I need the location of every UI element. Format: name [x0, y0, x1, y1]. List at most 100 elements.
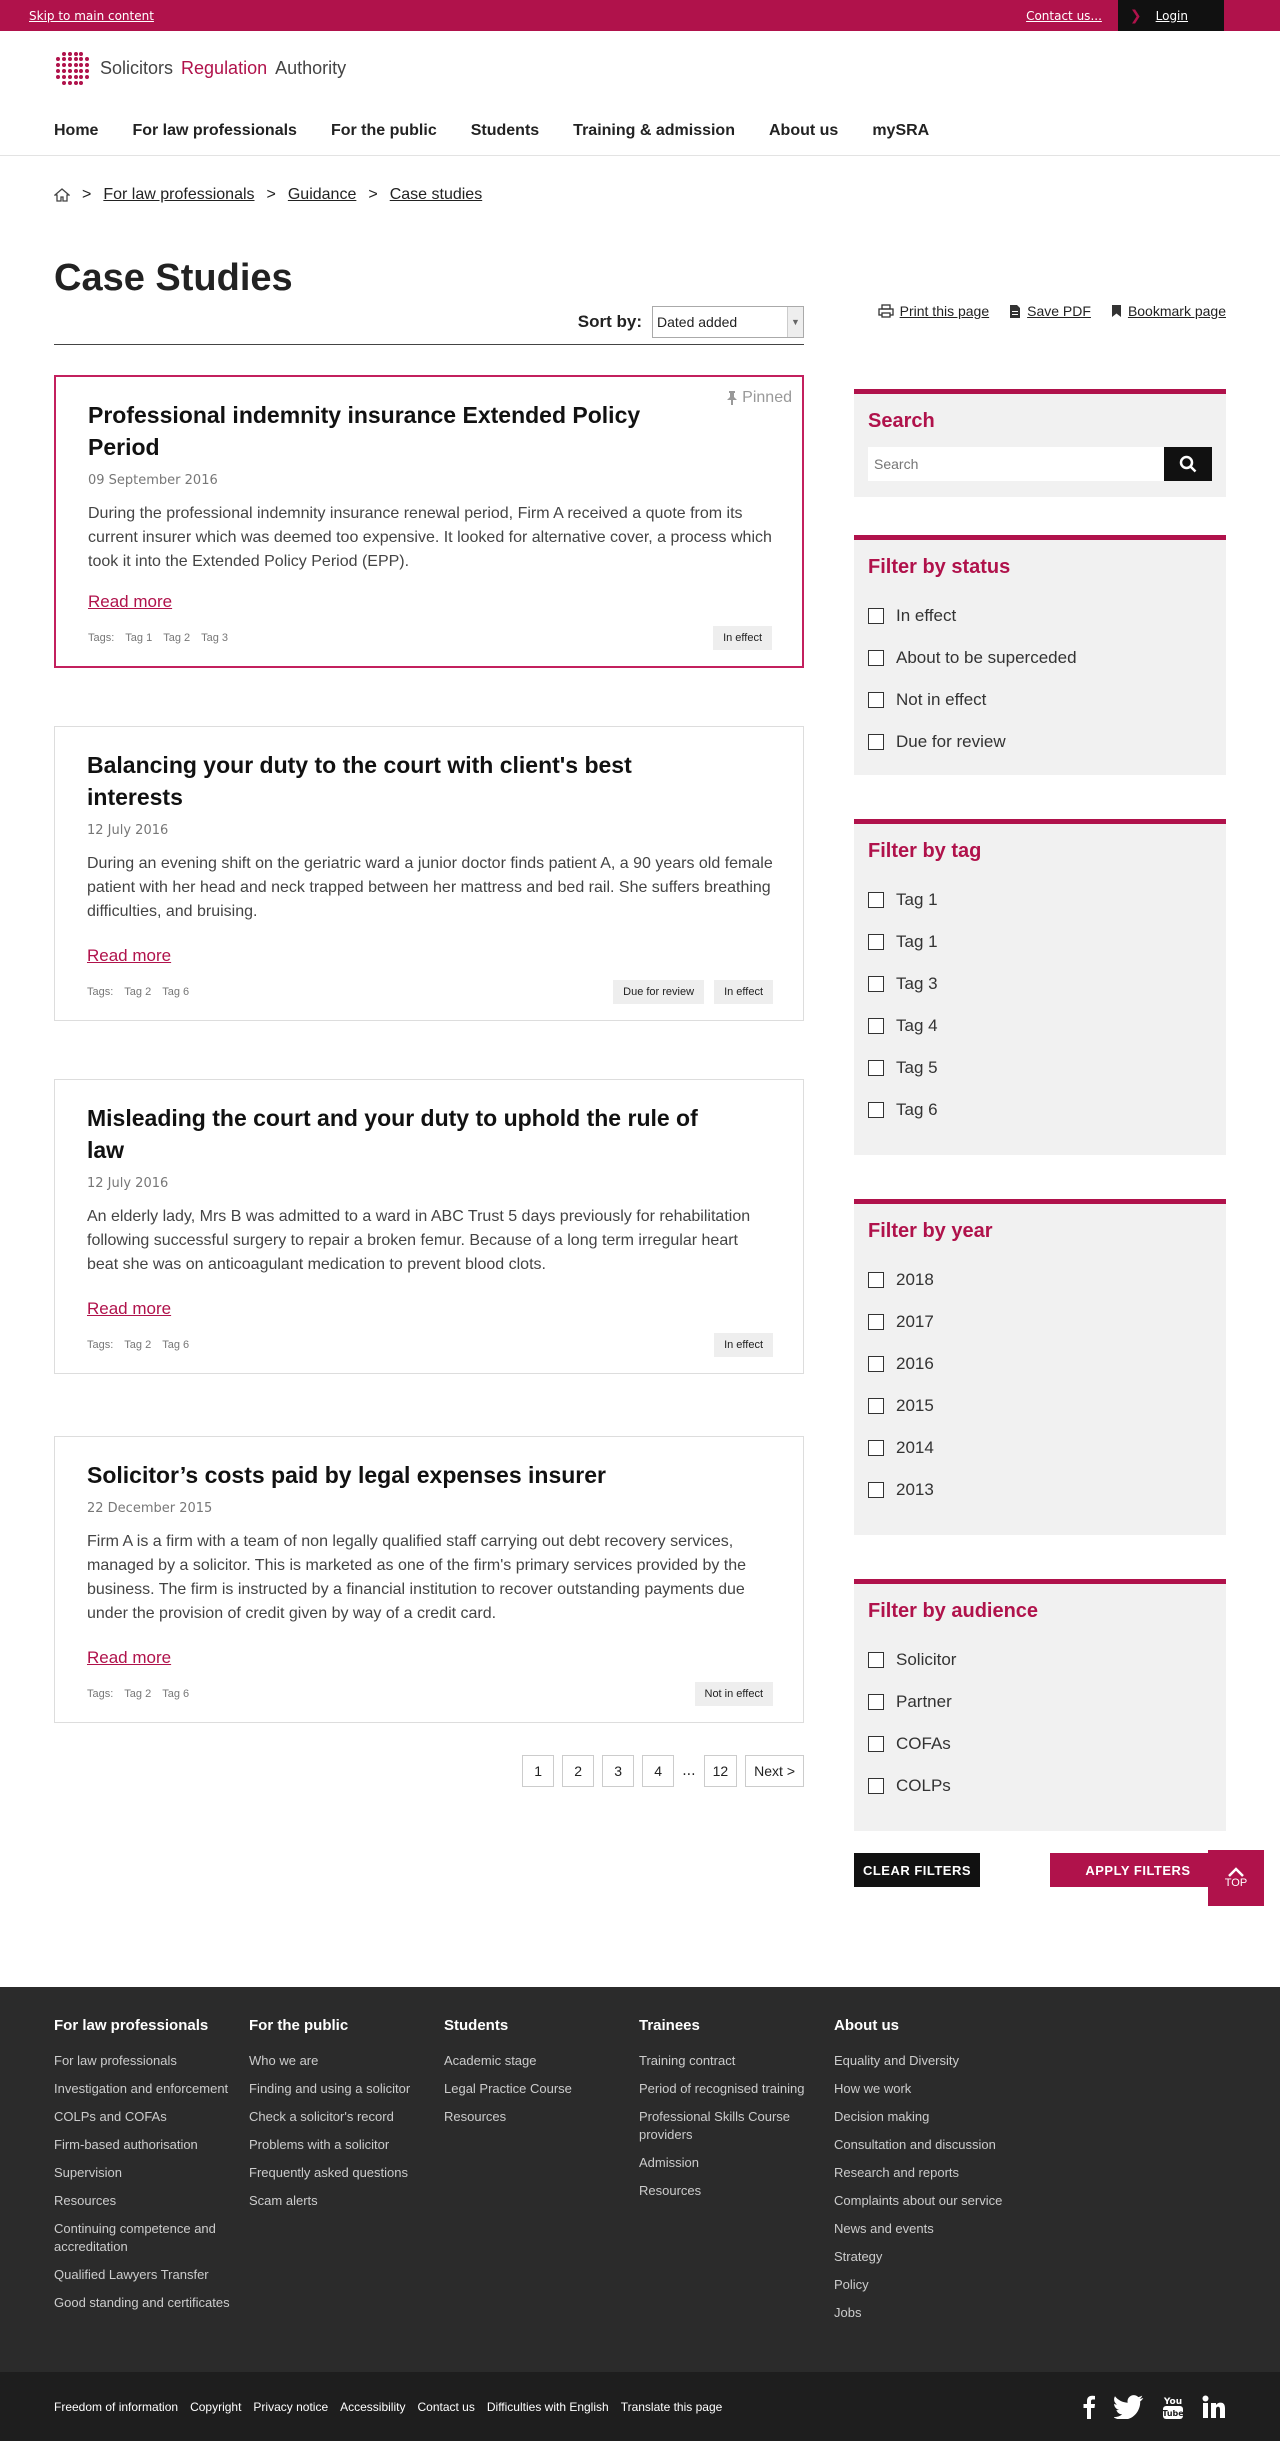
filter-option[interactable]: Tag 3: [868, 963, 1212, 1005]
legal-link[interactable]: Difficulties with English: [487, 2400, 609, 2414]
facebook-icon[interactable]: [1082, 2395, 1096, 2419]
tag[interactable]: Tag 6: [162, 986, 189, 998]
tag[interactable]: Tag 3: [201, 632, 228, 644]
tag[interactable]: Tag 1: [125, 632, 152, 644]
footer-link[interactable]: How we work: [834, 2080, 1029, 2098]
page-link[interactable]: 3: [602, 1755, 635, 1787]
legal-link[interactable]: Freedom of information: [54, 2400, 178, 2414]
legal-link[interactable]: Accessibility: [340, 2400, 405, 2414]
filter-option[interactable]: Tag 6: [868, 1089, 1212, 1131]
filter-option[interactable]: 2015: [868, 1385, 1212, 1427]
nav-students[interactable]: Students: [471, 122, 539, 140]
print-button[interactable]: Print this page: [877, 303, 989, 319]
nav-public[interactable]: For the public: [331, 122, 437, 140]
legal-link[interactable]: Contact us: [417, 2400, 474, 2414]
filter-option[interactable]: COFAs: [868, 1723, 1212, 1765]
tag[interactable]: Tag 2: [124, 986, 151, 998]
tag[interactable]: Tag 6: [162, 1688, 189, 1700]
apply-filters-button[interactable]: APPLY FILTERS: [1050, 1853, 1226, 1887]
filter-option[interactable]: COLPs: [868, 1765, 1212, 1807]
filter-option[interactable]: 2016: [868, 1343, 1212, 1385]
nav-law-professionals[interactable]: For law professionals: [132, 122, 296, 140]
search-input[interactable]: [868, 447, 1164, 481]
footer-link[interactable]: Legal Practice Course: [444, 2080, 639, 2098]
checkbox[interactable]: [868, 1356, 884, 1372]
filter-option[interactable]: In effect: [868, 595, 1212, 637]
filter-option[interactable]: Tag 5: [868, 1047, 1212, 1089]
skip-link[interactable]: Skip to main content: [29, 9, 154, 23]
filter-option[interactable]: 2014: [868, 1427, 1212, 1469]
checkbox[interactable]: [868, 934, 884, 950]
footer-link[interactable]: Training contract: [639, 2052, 834, 2070]
footer-link[interactable]: News and events: [834, 2220, 1029, 2238]
checkbox[interactable]: [868, 1272, 884, 1288]
login-link[interactable]: Login: [1156, 9, 1188, 23]
next-page-button[interactable]: Next >: [745, 1755, 804, 1787]
nav-about[interactable]: About us: [769, 122, 838, 140]
breadcrumb-law-professionals[interactable]: For law professionals: [103, 186, 254, 204]
footer-link[interactable]: Decision making: [834, 2108, 1029, 2126]
filter-option[interactable]: Tag 1: [868, 879, 1212, 921]
filter-option[interactable]: Not in effect: [868, 679, 1212, 721]
checkbox[interactable]: [868, 1736, 884, 1752]
tag[interactable]: Tag 2: [124, 1688, 151, 1700]
youtube-icon[interactable]: You Tube: [1162, 2394, 1184, 2420]
footer-link[interactable]: Finding and using a solicitor: [249, 2080, 444, 2098]
card-title[interactable]: Balancing your duty to the court with cl…: [87, 749, 773, 813]
footer-link[interactable]: For law professionals: [54, 2052, 249, 2070]
read-more-link[interactable]: Read more: [87, 1648, 171, 1668]
read-more-link[interactable]: Read more: [87, 1299, 171, 1319]
footer-link[interactable]: Investigation and enforcement: [54, 2080, 249, 2098]
read-more-link[interactable]: Read more: [88, 592, 172, 612]
page-link[interactable]: 1: [522, 1755, 555, 1787]
filter-option[interactable]: Tag 4: [868, 1005, 1212, 1047]
back-to-top-button[interactable]: TOP: [1208, 1850, 1264, 1906]
checkbox[interactable]: [868, 1102, 884, 1118]
search-button[interactable]: [1164, 447, 1212, 481]
checkbox[interactable]: [868, 1482, 884, 1498]
footer-link[interactable]: Problems with a solicitor: [249, 2136, 444, 2154]
footer-link[interactable]: Equality and Diversity: [834, 2052, 1029, 2070]
save-pdf-button[interactable]: Save PDF: [1009, 303, 1091, 319]
checkbox[interactable]: [868, 1060, 884, 1076]
filter-option[interactable]: Due for review: [868, 721, 1212, 763]
checkbox[interactable]: [868, 976, 884, 992]
clear-filters-button[interactable]: CLEAR FILTERS: [854, 1853, 980, 1887]
card-title[interactable]: Professional indemnity insurance Extende…: [88, 399, 772, 463]
checkbox[interactable]: [868, 1018, 884, 1034]
home-icon[interactable]: [54, 188, 70, 202]
page-link[interactable]: 2: [562, 1755, 595, 1787]
footer-link[interactable]: Check a solicitor's record: [249, 2108, 444, 2126]
footer-link[interactable]: COLPs and COFAs: [54, 2108, 249, 2126]
footer-link[interactable]: Complaints about our service: [834, 2192, 1029, 2210]
footer-link[interactable]: Qualified Lawyers Transfer: [54, 2266, 249, 2284]
footer-link[interactable]: Who we are: [249, 2052, 444, 2070]
footer-link[interactable]: Frequently asked questions: [249, 2164, 444, 2182]
legal-link[interactable]: Privacy notice: [253, 2400, 328, 2414]
filter-option[interactable]: 2017: [868, 1301, 1212, 1343]
filter-option[interactable]: 2018: [868, 1259, 1212, 1301]
footer-link[interactable]: Research and reports: [834, 2164, 1029, 2182]
nav-mysra[interactable]: mySRA: [872, 122, 929, 140]
twitter-icon[interactable]: [1114, 2394, 1144, 2419]
checkbox[interactable]: [868, 608, 884, 624]
filter-option[interactable]: Partner: [868, 1681, 1212, 1723]
legal-link[interactable]: Translate this page: [621, 2400, 723, 2414]
footer-link[interactable]: Supervision: [54, 2164, 249, 2182]
checkbox[interactable]: [868, 692, 884, 708]
filter-option[interactable]: Tag 1: [868, 921, 1212, 963]
footer-link[interactable]: Resources: [639, 2182, 834, 2200]
breadcrumb-case-studies[interactable]: Case studies: [390, 186, 483, 204]
login-button[interactable]: ❯ Login: [1117, 0, 1224, 31]
footer-link[interactable]: Professional Skills Course providers: [639, 2108, 834, 2144]
nav-training[interactable]: Training & admission: [573, 122, 735, 140]
page-link[interactable]: 12: [703, 1755, 738, 1787]
footer-link[interactable]: Scam alerts: [249, 2192, 444, 2210]
footer-link[interactable]: Resources: [444, 2108, 639, 2126]
checkbox[interactable]: [868, 650, 884, 666]
footer-link[interactable]: Continuing competence and accreditation: [54, 2220, 249, 2256]
linkedin-icon[interactable]: [1202, 2395, 1226, 2419]
tag[interactable]: Tag 6: [162, 1339, 189, 1351]
footer-link[interactable]: Strategy: [834, 2248, 1029, 2266]
checkbox[interactable]: [868, 1778, 884, 1794]
